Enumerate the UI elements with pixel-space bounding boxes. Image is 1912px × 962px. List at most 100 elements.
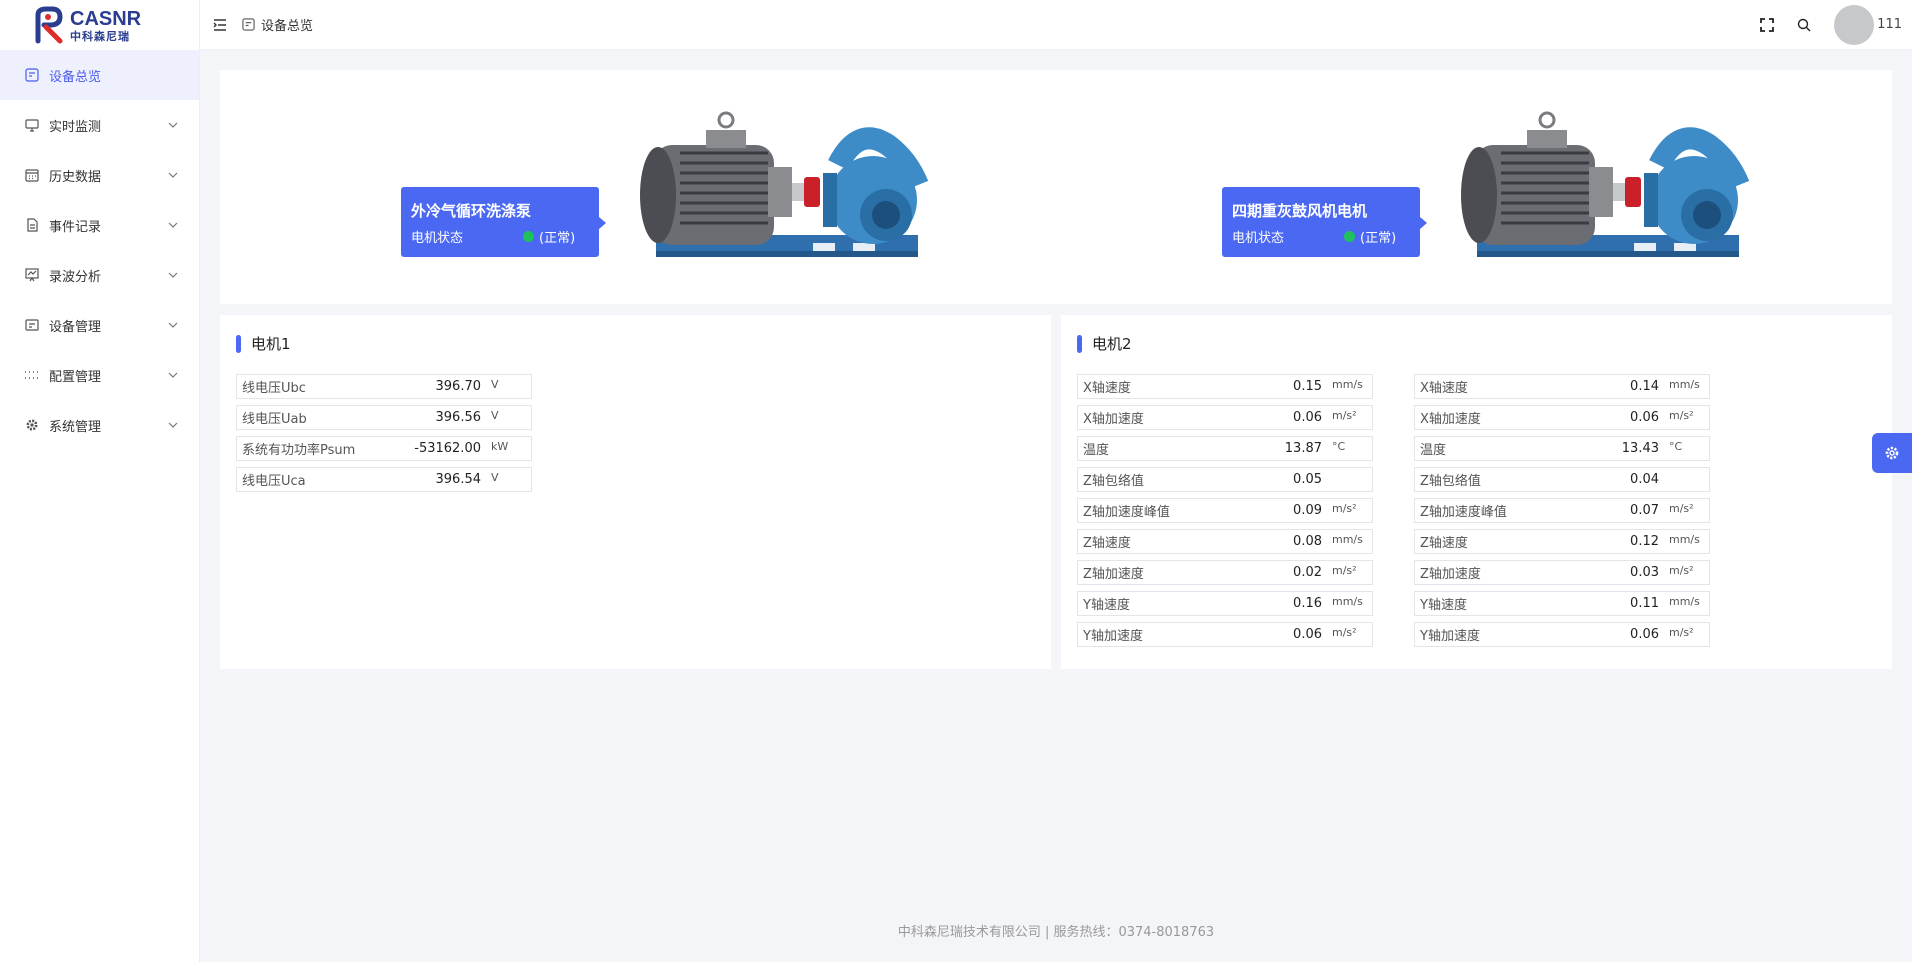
data-row: X轴加速度 0.06 m/s²: [1414, 405, 1710, 430]
data-value: 0.16: [1293, 596, 1322, 611]
sidebar-item-history[interactable]: 历史数据: [0, 150, 199, 200]
dashboard-icon: [242, 18, 256, 32]
motor-card-2[interactable]: 四期重灰鼓风机电机 电机状态 (正常): [1222, 187, 1427, 257]
data-value: 0.06: [1293, 627, 1322, 642]
data-label: 温度: [1420, 443, 1447, 458]
data-value: 0.02: [1293, 565, 1322, 580]
motor-unit-1: 外冷气循环洗涤泵 电机状态 (正常): [401, 105, 1001, 275]
sidebar-item-realtime[interactable]: 实时监测: [0, 100, 199, 150]
data-unit: m/s²: [1669, 626, 1694, 639]
menu-toggle-icon[interactable]: [210, 15, 230, 35]
settings-button[interactable]: [1872, 433, 1912, 473]
data-label: 线电压Uca: [242, 474, 306, 489]
data-row: X轴速度 0.14 mm/s: [1414, 374, 1710, 399]
data-label: Z轴速度: [1083, 536, 1131, 551]
chevron-down-icon: [167, 269, 179, 281]
username[interactable]: 111: [1877, 17, 1902, 32]
logo-icon: [35, 6, 63, 44]
data-label: Y轴速度: [1083, 598, 1130, 613]
sidebar-item-waveform[interactable]: 录波分析: [0, 250, 199, 300]
data-value: 0.07: [1630, 503, 1659, 518]
motor-card-1[interactable]: 外冷气循环洗涤泵 电机状态 (正常): [401, 187, 606, 257]
data-row: 温度 13.87 °C: [1077, 436, 1373, 461]
data-label: 线电压Uab: [242, 412, 307, 427]
data-unit: V: [491, 378, 499, 391]
chevron-down-icon: [167, 169, 179, 181]
data-unit: mm/s: [1332, 533, 1363, 546]
breadcrumb: 设备总览: [242, 15, 313, 34]
sidebar-item-events[interactable]: 事件记录: [0, 200, 199, 250]
data-unit: °C: [1332, 440, 1346, 453]
motor-banner: 外冷气循环洗涤泵 电机状态 (正常) 四期重灰鼓风机电机 电机状态 (正常): [220, 70, 1892, 304]
data-row: 线电压Uab 396.56 V: [236, 405, 532, 430]
motor-name: 外冷气循环洗涤泵: [411, 202, 532, 220]
sidebar-item-devices[interactable]: 设备管理: [0, 300, 199, 350]
fullscreen-icon[interactable]: [1757, 15, 1777, 35]
sidebar-menu: 设备总览 实时监测 历史数据 事件记录 录波分析 设备管理 配置管理 系统管理: [0, 50, 199, 450]
motor-pump-image: [1461, 111, 1750, 257]
data-row: 系统有功功率Psum -53162.00 kW: [236, 436, 532, 461]
logo-text-cn: 中科森尼瑞: [70, 29, 130, 43]
chevron-down-icon: [167, 219, 179, 231]
data-label: 系统有功功率Psum: [242, 443, 356, 458]
sidebar-item-overview[interactable]: 设备总览: [0, 50, 199, 100]
sidebar-item-config[interactable]: 配置管理: [0, 350, 199, 400]
top-header: 设备总览 111: [200, 0, 1912, 50]
data-label: Z轴包络值: [1083, 474, 1144, 489]
dashboard-icon: [24, 67, 40, 83]
data-unit: m/s²: [1669, 502, 1694, 515]
chevron-down-icon: [167, 119, 179, 131]
data-value: 0.06: [1630, 627, 1659, 642]
avatar[interactable]: [1834, 4, 1875, 45]
data-row: Y轴速度 0.16 mm/s: [1077, 591, 1373, 616]
sidebar-item-system[interactable]: 系统管理: [0, 400, 199, 450]
data-row: 线电压Ubc 396.70 V: [236, 374, 532, 399]
search-icon[interactable]: [1794, 15, 1814, 35]
sidebar-item-label: 配置管理: [49, 369, 102, 385]
title-accent-bar: [236, 334, 241, 353]
data-row: Z轴包络值 0.05: [1077, 467, 1373, 492]
data-unit: mm/s: [1669, 533, 1700, 546]
calendar-icon: [24, 167, 40, 183]
data-label: Z轴包络值: [1420, 474, 1481, 489]
data-value: 0.11: [1630, 596, 1659, 611]
data-value: 0.15: [1293, 379, 1322, 394]
data-label: X轴速度: [1420, 381, 1468, 396]
data-value: 13.87: [1284, 441, 1322, 456]
data-value: 0.04: [1630, 472, 1659, 487]
config-icon: [24, 367, 40, 383]
breadcrumb-label[interactable]: 设备总览: [261, 15, 313, 34]
motor-status-value: (正常): [539, 231, 576, 246]
data-row: Z轴加速度 0.02 m/s²: [1077, 560, 1373, 585]
data-value: 0.06: [1293, 410, 1322, 425]
sidebar-item-label: 设备管理: [49, 319, 102, 335]
motor-unit-2: 四期重灰鼓风机电机 电机状态 (正常): [1222, 105, 1822, 275]
status-dot-icon: [523, 231, 534, 242]
logo[interactable]: CASNR 中科森尼瑞: [0, 0, 199, 50]
title-accent-bar: [1077, 334, 1082, 353]
data-unit: mm/s: [1332, 595, 1363, 608]
data-unit: [1332, 468, 1372, 471]
panel-title: 电机1: [236, 333, 291, 354]
data-unit: m/s²: [1332, 564, 1357, 577]
data-label: Y轴加速度: [1083, 629, 1143, 644]
data-value: 0.05: [1293, 472, 1322, 487]
data-value: 0.06: [1630, 410, 1659, 425]
data-value: 396.56: [435, 410, 482, 425]
data-label: Z轴加速度峰值: [1083, 505, 1170, 520]
document-icon: [24, 217, 40, 233]
data-value: 0.09: [1293, 503, 1322, 518]
data-unit: m/s²: [1669, 409, 1694, 422]
data-row: Y轴速度 0.11 mm/s: [1414, 591, 1710, 616]
motor-status-label: 电机状态: [411, 231, 464, 246]
motor-status-value: (正常): [1360, 231, 1397, 246]
data-unit: m/s²: [1332, 626, 1357, 639]
data-value: 396.54: [435, 472, 482, 487]
data-label: 温度: [1083, 443, 1110, 458]
data-label: Y轴加速度: [1420, 629, 1480, 644]
data-column-left: X轴速度 0.15 mm/s X轴加速度 0.06 m/s² 温度 13.87 °C Z轴包络值 0…: [1077, 374, 1373, 653]
data-row: 温度 13.43 °C: [1414, 436, 1710, 461]
footer: 中科森尼瑞技术有限公司 | 服务热线：0374-8018763: [897, 925, 1215, 940]
data-row: 线电压Uca 396.54 V: [236, 467, 532, 492]
data-unit: m/s²: [1669, 564, 1694, 577]
